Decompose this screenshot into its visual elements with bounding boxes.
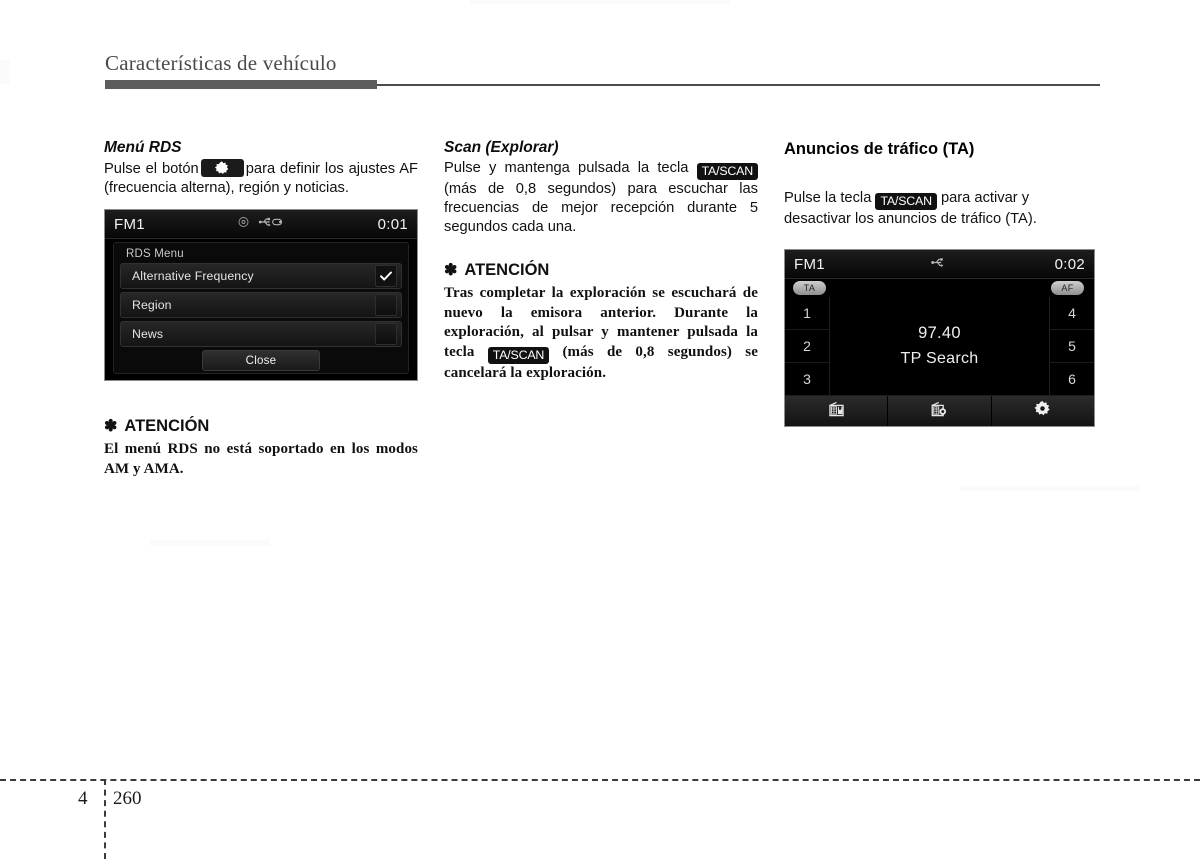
attention-note-rds: ✽ ATENCIÓN El menú RDS no está soportado… [104, 417, 418, 479]
radio-search-button[interactable] [888, 396, 992, 427]
gear-icon [1034, 400, 1051, 422]
scan-text-part1: Pulse y mantenga pulsada la tecla [444, 160, 689, 177]
fm-screen-badges: TA AF [785, 279, 1094, 297]
page-header: Características de vehículo [105, 51, 1100, 90]
column-one: Menú RDS Pulse el botón para definir los … [104, 138, 418, 479]
radio-save-icon [827, 401, 846, 422]
rds-menu-heading: Menú RDS [104, 139, 182, 156]
checkbox-unchecked[interactable] [375, 294, 397, 317]
status-badge-af: AF [1051, 281, 1084, 296]
fm-status-text: TP Search [900, 350, 979, 368]
asterisk-icon: ✽ [444, 262, 458, 280]
fm-screen-body: 1 2 3 97.40 TP Search 4 5 6 [785, 297, 1094, 396]
rds-menu-paragraph: Pulse el botón para definir los ajustes A… [104, 159, 418, 198]
scan-artifact [150, 540, 270, 546]
fm-radio-screen: FM1 0:02 TA AF 1 2 3 97.40 TP Search 4 5… [784, 249, 1095, 428]
ta-scan-key-token: TA/SCAN [875, 193, 937, 211]
footer-page-number: 260 [113, 788, 142, 809]
rds-screen-source-label: FM1 [114, 215, 145, 233]
checkbox-unchecked[interactable] [375, 323, 397, 346]
fm-screen-toolbar [785, 395, 1094, 427]
footer-vertical-divider [104, 779, 106, 859]
scan-artifact [0, 60, 10, 84]
fm-screen-status-bar: FM1 0:02 [785, 250, 1094, 280]
attention-title: ATENCIÓN [464, 261, 550, 280]
rds-menu-item-label: Region [132, 298, 172, 313]
rds-menu-panel-title: RDS Menu [126, 248, 184, 261]
preset-column-left: 1 2 3 [785, 297, 830, 396]
preset-column-right: 4 5 6 [1049, 297, 1094, 396]
radio-search-icon [930, 401, 949, 422]
fm-frequency: 97.40 [918, 324, 961, 343]
rds-screen-status-bar: FM1 0:01 [105, 210, 417, 240]
usb-icon [929, 255, 951, 273]
preset-button-2[interactable]: 2 [785, 330, 829, 364]
preset-button-1[interactable]: 1 [785, 297, 829, 331]
attention-note-scan: ✽ ATENCIÓN Tras completar la exploración… [444, 261, 758, 383]
scan-text-part2: (más de 0,8 segundos) para escuchar las … [444, 181, 758, 236]
usb-icon [258, 215, 285, 233]
fm-screen-clock: 0:02 [1054, 255, 1085, 273]
rds-screen-clock: 0:01 [377, 215, 408, 233]
rds-menu-item-label: Alternative Frequency [132, 269, 254, 284]
preset-button-4[interactable]: 4 [1050, 297, 1094, 331]
settings-button[interactable] [991, 396, 1094, 427]
radio-save-button[interactable] [785, 396, 889, 427]
checkbox-checked[interactable] [375, 265, 397, 288]
column-two: Scan (Explorar) Pulse y mantenga pulsada… [444, 138, 758, 383]
gear-icon [200, 159, 244, 178]
asterisk-icon: ✽ [104, 418, 118, 436]
fm-screen-source-label: FM1 [794, 255, 825, 273]
footer-chapter-number: 4 [78, 788, 88, 809]
footer-divider [0, 779, 1200, 781]
column-three: Anuncios de tráfico (TA) Pulse la tecla … [784, 139, 1098, 428]
preset-button-5[interactable]: 5 [1050, 330, 1094, 364]
attention-heading: ✽ ATENCIÓN [104, 417, 418, 437]
rds-menu-item-news[interactable]: News [120, 321, 402, 348]
rds-menu-screen: FM1 0:01 RDS Menu Alternative Frequency … [104, 209, 418, 382]
scan-artifact [470, 0, 730, 4]
attention-body: Tras completar la exploración se escucha… [444, 284, 758, 383]
rds-menu-item-region[interactable]: Region [120, 292, 402, 319]
attention-title: ATENCIÓN [124, 417, 210, 436]
fm-now-playing: 97.40 TP Search [830, 297, 1049, 395]
scan-heading: Scan (Explorar) [444, 139, 559, 156]
header-rule [105, 80, 1100, 90]
rds-menu-item-alternative-frequency[interactable]: Alternative Frequency [120, 263, 402, 290]
rds-screen-status-icons [238, 215, 285, 233]
rds-menu-item-label: News [132, 327, 164, 342]
preset-button-3[interactable]: 3 [785, 363, 829, 395]
ta-scan-key-token: TA/SCAN [696, 163, 758, 181]
rds-menu-panel: RDS Menu Alternative Frequency Region Ne… [113, 242, 409, 375]
header-rule-thick [105, 80, 377, 90]
rds-text-before-button: Pulse el botón [104, 161, 199, 178]
ta-scan-key-token: TA/SCAN [487, 346, 550, 364]
ta-text-part1: Pulse la tecla [784, 190, 872, 207]
scan-artifact [960, 486, 1140, 491]
page-title: Características de vehículo [105, 51, 337, 75]
fm-screen-status-icons [929, 255, 951, 273]
disc-icon [238, 215, 250, 233]
scan-paragraph: Pulse y mantenga pulsada la tecla TA/SCA… [444, 159, 758, 237]
close-button[interactable]: Close [202, 350, 320, 372]
attention-body: El menú RDS no está soportado en los mod… [104, 441, 418, 477]
preset-button-6[interactable]: 6 [1050, 363, 1094, 395]
attention-heading: ✽ ATENCIÓN [444, 261, 758, 281]
status-badge-ta: TA [793, 281, 826, 296]
traffic-announcements-heading: Anuncios de tráfico (TA) [784, 140, 975, 158]
traffic-announcements-paragraph: Pulse la tecla TA/SCAN para activar y de… [784, 189, 1098, 229]
